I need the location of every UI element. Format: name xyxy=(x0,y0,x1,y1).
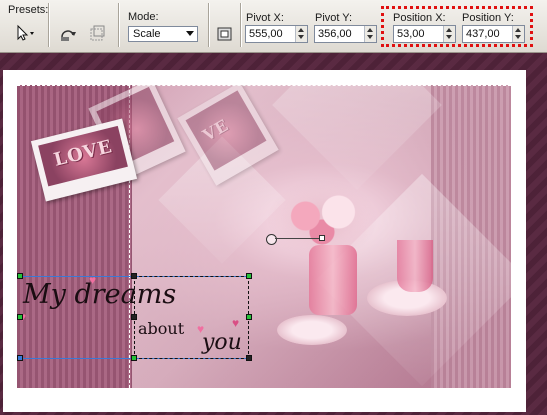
resize-handle-left[interactable] xyxy=(17,314,23,320)
rectangle-icon xyxy=(217,27,232,41)
resize-handle-top-right[interactable] xyxy=(246,273,252,279)
plate xyxy=(277,315,347,345)
resize-handle-top[interactable] xyxy=(131,273,137,279)
spin-up-icon xyxy=(298,28,304,32)
chevron-down-icon xyxy=(186,31,194,36)
toolbar-separator xyxy=(208,3,210,47)
mode-select-value: Scale xyxy=(133,28,161,40)
position-highlight-box xyxy=(381,6,533,47)
selection-dashed-box xyxy=(134,276,249,359)
reset-icon xyxy=(61,30,76,41)
pick-tool-preset-button[interactable] xyxy=(14,22,36,44)
reset-button[interactable] xyxy=(57,23,79,45)
apply-button[interactable] xyxy=(86,23,108,45)
mode-label: Mode: xyxy=(128,11,159,23)
guide-line-horizontal xyxy=(17,85,511,86)
wine-glass xyxy=(397,240,433,292)
reset-rectangle-button[interactable] xyxy=(214,23,236,45)
pivot-x-value: 555,00 xyxy=(249,28,283,40)
pivot-x-field[interactable]: 555,00 xyxy=(245,25,308,43)
vase xyxy=(309,245,357,315)
toolbar-separator xyxy=(240,3,242,47)
resize-handle-bottom-left[interactable] xyxy=(17,355,23,361)
toolbar-separator xyxy=(118,3,120,47)
spin-down-icon xyxy=(298,35,304,39)
resize-handle-right[interactable] xyxy=(246,314,252,320)
resize-handle-bottom[interactable] xyxy=(131,355,137,361)
toolbar-separator xyxy=(48,3,50,47)
spin-up-icon xyxy=(367,28,373,32)
pivot-x-spinner[interactable] xyxy=(295,26,307,42)
canvas-image[interactable]: VE LOVE My dreams about you ♥ ♥ ♥ ♥ xyxy=(17,85,511,388)
resize-handle-bottom-right[interactable] xyxy=(246,355,252,361)
rotation-line xyxy=(275,238,321,239)
presets-label: Presets: xyxy=(8,4,49,16)
resize-handle-middle[interactable] xyxy=(131,314,137,320)
diagonal-band xyxy=(272,85,442,190)
pivot-y-spinner[interactable] xyxy=(364,26,376,42)
workspace: VE LOVE My dreams about you ♥ ♥ ♥ ♥ xyxy=(0,53,547,415)
pivot-y-label: Pivot Y: xyxy=(315,12,353,24)
pivot-x-label: Pivot X: xyxy=(246,12,284,24)
tool-options-toolbar: Presets: Mode: Scale Pivot X: 555,00 Piv… xyxy=(0,0,547,53)
canvas-page: VE LOVE My dreams about you ♥ ♥ ♥ ♥ xyxy=(3,70,526,412)
pivot-y-field[interactable]: 356,00 xyxy=(314,25,377,43)
mode-select[interactable]: Scale xyxy=(128,26,198,42)
transform-icon xyxy=(90,25,105,41)
resize-handle-top-left[interactable] xyxy=(17,273,23,279)
spin-down-icon xyxy=(367,35,373,39)
pivot-point-handle[interactable] xyxy=(266,234,277,245)
rotation-handle[interactable] xyxy=(319,235,325,241)
pivot-y-value: 356,00 xyxy=(318,28,352,40)
arrow-cursor-icon xyxy=(17,24,34,41)
